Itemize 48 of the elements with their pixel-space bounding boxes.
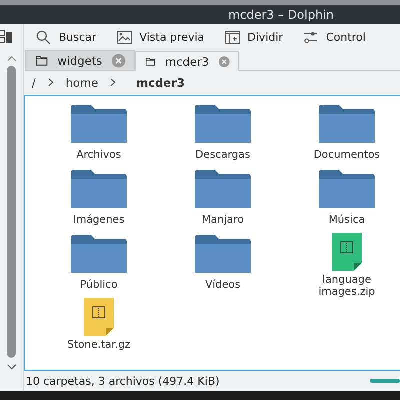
image-icon: [116, 30, 132, 44]
file-name[interactable]: Música: [295, 214, 399, 226]
folder-icon: [319, 170, 375, 208]
status-text: 10 carpetas, 3 archivos (497.4 KiB): [26, 374, 220, 388]
file-name[interactable]: Descargas: [171, 149, 275, 161]
sliders-icon: [303, 30, 318, 44]
chevron-right-icon: [48, 78, 54, 87]
file-name[interactable]: Público: [47, 279, 151, 291]
file-name[interactable]: Imágenes: [47, 214, 151, 226]
close-icon[interactable]: [219, 54, 230, 68]
file-name[interactable]: Manjaro: [171, 214, 275, 226]
scroll-up-icon[interactable]: [6, 56, 16, 62]
archive-file-icon: [84, 298, 114, 336]
folder-icon: [71, 235, 127, 273]
split-button[interactable]: Dividir: [216, 28, 292, 46]
control-button[interactable]: Control: [295, 28, 374, 46]
breadcrumb-item[interactable]: home: [66, 76, 98, 90]
breadcrumb-item[interactable]: /: [32, 76, 36, 90]
window-title: mcder3 – Dolphin: [228, 8, 334, 22]
scroll-down-icon[interactable]: [6, 364, 16, 370]
folder-icon: [195, 170, 251, 208]
tab-label[interactable]: mcder3: [165, 54, 210, 68]
split-view-icon: [224, 30, 240, 44]
file-name[interactable]: language images.zip: [295, 274, 399, 298]
folder-icon: [195, 105, 251, 143]
tab[interactable]: mcder3: [135, 51, 239, 71]
search-icon: [36, 30, 51, 44]
file-name[interactable]: Documentos: [295, 149, 399, 161]
file-name[interactable]: Stone.tar.gz: [47, 339, 151, 351]
file-name[interactable]: Archivos: [47, 149, 151, 161]
zoom-slider[interactable]: [370, 379, 400, 383]
folder-icon: [71, 170, 127, 208]
search-button[interactable]: Buscar: [28, 28, 105, 46]
zip-file-icon: [332, 233, 362, 271]
chevron-right-icon: [110, 78, 116, 87]
tab[interactable]: widgets: [25, 50, 135, 70]
folder-icon: [146, 56, 156, 66]
folder-icon: [319, 105, 375, 143]
close-icon[interactable]: [112, 54, 126, 68]
folder-icon: [71, 105, 127, 143]
panel-icon[interactable]: [0, 30, 12, 44]
breadcrumb-item[interactable]: mcder3: [136, 76, 185, 90]
tab-label[interactable]: widgets: [58, 54, 102, 68]
folder-icon: [36, 56, 48, 66]
scrollbar[interactable]: [7, 66, 16, 358]
preview-button[interactable]: Vista previa: [108, 28, 213, 46]
file-name[interactable]: Vídeos: [171, 279, 275, 291]
folder-icon: [195, 235, 251, 273]
